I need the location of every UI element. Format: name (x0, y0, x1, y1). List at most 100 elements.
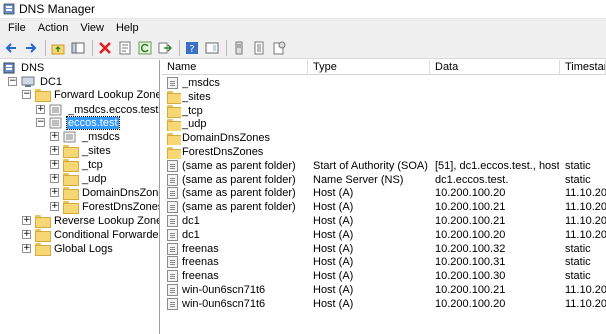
column-header-name[interactable]: Name (162, 60, 308, 75)
cell-type (313, 131, 431, 145)
cell-data: 10.200.100.21 (435, 215, 506, 227)
cell-ts: 11.10.20 (565, 228, 606, 241)
server-icon[interactable] (230, 39, 248, 57)
forward-icon[interactable] (22, 39, 40, 57)
cell-ts: 11.10.20 (565, 215, 606, 227)
record-row[interactable]: _sites (162, 90, 606, 104)
record-row[interactable]: dc1 Host (A) 10.200.100.20 11.10.20 (162, 228, 606, 242)
tree-node-label: _msdcs (82, 130, 120, 143)
expand-icon[interactable]: + (50, 188, 59, 197)
tree-node[interactable]: + Conditional Forwarders (22, 228, 159, 242)
show-tree-icon[interactable] (69, 39, 87, 57)
delete-icon[interactable] (96, 39, 114, 57)
expand-icon[interactable]: + (50, 202, 59, 211)
tree-node[interactable]: + _msdcs.eccos.test (36, 103, 159, 116)
tree-node[interactable]: DNS (2, 61, 45, 74)
menu-view[interactable]: View (74, 22, 110, 34)
properties-icon[interactable] (116, 39, 134, 57)
expand-icon[interactable]: + (22, 216, 31, 225)
tree-node[interactable]: + DomainDnsZones (50, 186, 159, 200)
column-header-data[interactable]: Data (430, 60, 560, 75)
expand-icon[interactable]: + (50, 146, 59, 155)
collapse-icon[interactable]: − (36, 118, 45, 127)
record-row[interactable]: dc1 Host (A) 10.200.100.21 11.10.20 (162, 214, 606, 228)
record-row[interactable]: freenas Host (A) 10.200.100.31 static (162, 255, 606, 269)
collapse-icon[interactable]: − (22, 90, 31, 99)
record-row[interactable]: (same as parent folder) Start of Authorit… (162, 159, 606, 173)
cell-data (435, 131, 559, 145)
record-row[interactable]: freenas Host (A) 10.200.100.32 static (162, 242, 606, 256)
column-header-type[interactable]: Type (308, 60, 430, 75)
cell-data: [51], dc1.eccos.test., host... (435, 159, 559, 172)
toolbar-divider (179, 39, 180, 56)
tree-node[interactable]: + Global Logs (22, 242, 114, 256)
dns-app-icon (3, 3, 15, 15)
menu-action[interactable]: Action (32, 22, 75, 34)
record-icon (167, 297, 181, 311)
record-row[interactable]: DomainDnsZones (162, 131, 606, 146)
cell-type: Host (A) (313, 242, 354, 255)
tree-node-label: Reverse Lookup Zones (54, 214, 160, 227)
record-icon (167, 269, 181, 283)
cell-ts (565, 117, 606, 131)
cell-data: 10.200.100.32 (435, 242, 506, 255)
up-folder-icon[interactable] (49, 39, 67, 57)
cell-type: Host (A) (313, 215, 354, 227)
console-tree: DNS − DC1− Forward Lookup Zones + _msdcs.ecco… (0, 60, 160, 334)
cell-name: win-0un6scn71t6 (182, 284, 266, 296)
expand-icon[interactable]: + (50, 174, 59, 183)
cell-ts: 11.10.20 (565, 284, 606, 296)
collapse-icon[interactable]: − (8, 77, 17, 86)
menu-help[interactable]: Help (110, 22, 145, 34)
cell-data: 10.200.100.31 (435, 256, 506, 269)
tree-node[interactable]: − DC1 (8, 75, 63, 88)
menu-file[interactable]: File (2, 22, 32, 34)
cell-name: ForestDnsZones (182, 146, 264, 158)
tree-node[interactable]: − Forward Lookup Zones (22, 88, 159, 102)
tree-node[interactable]: − eccos.test (36, 115, 120, 130)
record-row[interactable]: _udp (162, 117, 606, 132)
tree-node[interactable]: + _udp (50, 172, 107, 186)
tree-node-label: DC1 (40, 75, 63, 88)
folder-icon (167, 104, 181, 118)
expand-icon[interactable]: + (36, 105, 45, 114)
record-row[interactable]: win-0un6scn71t6 Host (A) 10.200.100.21 11.1… (162, 283, 606, 297)
help-icon[interactable]: ? (183, 39, 201, 57)
record-row[interactable]: _msdcs (162, 76, 606, 90)
tree-node[interactable]: + _msdcs (50, 130, 121, 143)
tree-node[interactable]: + _tcp (50, 158, 104, 172)
cell-name: dc1 (182, 215, 200, 227)
expand-icon[interactable]: + (50, 160, 59, 169)
tree-node[interactable]: + ForestDnsZones (50, 200, 160, 214)
back-icon[interactable] (2, 39, 20, 57)
console-icon[interactable] (203, 39, 221, 57)
expand-icon[interactable]: + (22, 230, 31, 239)
record-icon[interactable] (270, 39, 288, 57)
tree-node-label: Global Logs (54, 242, 113, 255)
tree-node[interactable]: + _sites (50, 144, 112, 158)
expand-icon[interactable]: + (50, 132, 59, 141)
cell-data: dc1.eccos.test. (435, 173, 509, 186)
record-row[interactable]: freenas Host (A) 10.200.100.30 static (162, 269, 606, 283)
tree-node[interactable]: + Reverse Lookup Zones (22, 214, 160, 228)
cell-type (313, 104, 431, 118)
tree-node-label: ForestDnsZones (82, 200, 160, 213)
record-row[interactable]: (same as parent folder) Host (A) 10.200.10… (162, 186, 606, 200)
expand-icon[interactable]: + (22, 244, 31, 253)
menu-bar: File Action View Help (0, 19, 606, 37)
record-row[interactable]: (same as parent folder) Host (A) 10.200.10… (162, 200, 606, 214)
record-icon (167, 283, 181, 297)
cell-ts: static (565, 173, 591, 186)
folder-icon (63, 158, 79, 172)
cell-name: freenas (182, 242, 219, 255)
export-icon[interactable] (156, 39, 174, 57)
record-row[interactable]: ForestDnsZones (162, 145, 606, 159)
record-row[interactable]: (same as parent folder) Name Server (NS) d… (162, 173, 606, 187)
record-row[interactable]: _tcp (162, 104, 606, 118)
record-row[interactable]: win-0un6scn71t6 Host (A) 10.200.100.20 11.1… (162, 297, 606, 311)
refresh-icon[interactable] (136, 39, 154, 57)
cell-type: Host (A) (313, 187, 354, 200)
list-icon[interactable] (250, 39, 268, 57)
column-header-timestamp[interactable]: Timestamp (560, 60, 606, 75)
tree-node-label: DNS (21, 61, 45, 74)
